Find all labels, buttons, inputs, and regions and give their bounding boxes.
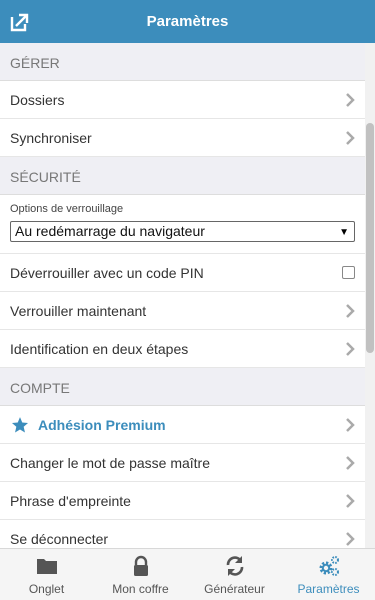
unlock-pin-label: Déverrouiller avec un code PIN <box>10 265 204 281</box>
folders-label: Dossiers <box>10 92 65 108</box>
page-title: Paramètres <box>146 13 229 30</box>
tab-bar: Onglet Mon coffre Générateur Paramètres <box>0 548 375 600</box>
chevron-right-icon <box>346 131 355 145</box>
unlock-pin-row[interactable]: Déverrouiller avec un code PIN <box>0 254 365 292</box>
tab-label: Paramètres <box>297 582 360 596</box>
scrollbar[interactable] <box>365 43 375 548</box>
folder-icon <box>37 559 57 574</box>
lock-icon <box>134 555 148 576</box>
sync-row[interactable]: Synchroniser <box>0 119 365 157</box>
refresh-icon <box>226 556 244 576</box>
lock-now-label: Verrouiller maintenant <box>10 303 147 319</box>
change-master-password-row[interactable]: Changer le mot de passe maître <box>0 444 365 482</box>
tab-onglet[interactable]: Onglet <box>0 549 93 600</box>
dropdown-arrow-icon: ▼ <box>339 227 349 238</box>
section-header-security: SÉCURITÉ <box>0 157 365 195</box>
unlock-pin-checkbox[interactable] <box>342 266 355 279</box>
chevron-right-icon <box>346 494 355 508</box>
folders-row[interactable]: Dossiers <box>0 81 365 119</box>
app-header: Paramètres <box>0 0 375 43</box>
chevron-right-icon <box>346 342 355 356</box>
star-icon <box>11 417 29 433</box>
tab-settings[interactable]: Paramètres <box>282 549 375 600</box>
fingerprint-row[interactable]: Phrase d'empreinte <box>0 482 365 520</box>
lock-options-select[interactable]: Au redémarrage du navigateur ▼ <box>10 221 355 242</box>
two-step-row[interactable]: Identification en deux étapes <box>0 330 365 368</box>
section-header-manage: GÉRER <box>0 43 365 81</box>
premium-row[interactable]: Adhésion Premium <box>0 406 365 444</box>
gears-icon <box>319 556 339 576</box>
tab-label: Onglet <box>28 582 65 596</box>
chevron-right-icon <box>346 304 355 318</box>
lock-now-row[interactable]: Verrouiller maintenant <box>0 292 365 330</box>
tab-label: Générateur <box>204 582 265 596</box>
settings-list[interactable]: GÉRER Dossiers Synchroniser SÉCURITÉ Opt… <box>0 43 375 548</box>
chevron-right-icon <box>346 93 355 107</box>
lock-options-label: Options de verrouillage <box>10 203 124 215</box>
premium-label: Adhésion Premium <box>38 417 166 433</box>
sync-label: Synchroniser <box>10 130 92 146</box>
two-step-label: Identification en deux étapes <box>10 341 189 357</box>
tab-label: Mon coffre <box>112 582 169 596</box>
fingerprint-label: Phrase d'empreinte <box>10 493 131 509</box>
logout-row[interactable]: Se déconnecter <box>0 520 365 548</box>
chevron-right-icon <box>346 456 355 470</box>
tab-vault[interactable]: Mon coffre <box>94 549 187 600</box>
change-master-password-label: Changer le mot de passe maître <box>10 455 210 471</box>
section-header-account: COMPTE <box>0 368 365 406</box>
lock-options-value: Au redémarrage du navigateur <box>15 223 205 239</box>
scrollbar-thumb[interactable] <box>366 123 374 353</box>
chevron-right-icon <box>346 418 355 432</box>
lock-options-row: Options de verrouillage Au redémarrage d… <box>0 195 365 254</box>
chevron-right-icon <box>346 532 355 546</box>
logout-label: Se déconnecter <box>10 531 109 547</box>
tab-generator[interactable]: Générateur <box>188 549 281 600</box>
